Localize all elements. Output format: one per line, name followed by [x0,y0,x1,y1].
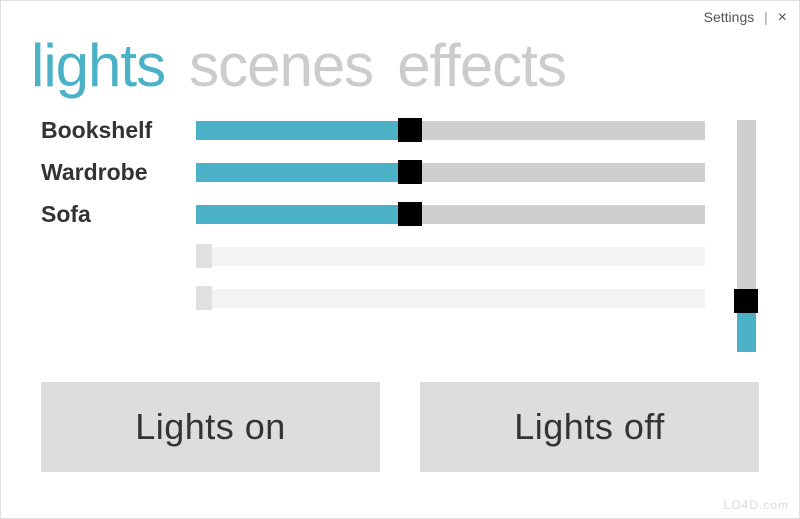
master-slider-area [733,118,759,352]
light-row-empty [41,286,715,310]
lights-on-button[interactable]: Lights on [41,382,380,472]
slider-thumb[interactable] [398,160,422,184]
brightness-slider[interactable] [196,121,705,140]
tab-lights[interactable]: lights [31,31,165,100]
slider-thumb [196,244,212,268]
master-slider[interactable] [737,120,756,352]
light-row-empty [41,244,715,268]
tab-bar: lights scenes effects [1,1,799,100]
slider-thumb[interactable] [398,202,422,226]
light-label: Wardrobe [41,159,196,186]
button-row: Lights on Lights off [1,352,799,472]
main-content: Bookshelf Wardrobe Sofa [1,100,799,352]
slider-fill [196,121,410,140]
window-top-bar: Settings | × [704,9,787,27]
brightness-slider-disabled [196,247,705,266]
light-row: Sofa [41,202,715,226]
topbar-divider: | [764,9,768,25]
light-label: Sofa [41,201,196,228]
slider-fill [196,205,410,224]
slider-thumb [196,286,212,310]
master-slider-thumb[interactable] [734,289,758,313]
lights-off-button[interactable]: Lights off [420,382,759,472]
tab-effects[interactable]: effects [397,31,566,100]
tab-scenes[interactable]: scenes [189,31,373,100]
watermark: LO4D.com [724,498,789,512]
light-label: Bookshelf [41,117,196,144]
brightness-slider[interactable] [196,205,705,224]
brightness-slider[interactable] [196,163,705,182]
slider-fill [196,163,410,182]
brightness-slider-disabled [196,289,705,308]
close-icon[interactable]: × [778,9,787,26]
sliders-area: Bookshelf Wardrobe Sofa [41,118,715,352]
settings-link[interactable]: Settings [704,9,755,25]
slider-thumb[interactable] [398,118,422,142]
light-row: Wardrobe [41,160,715,184]
light-row: Bookshelf [41,118,715,142]
